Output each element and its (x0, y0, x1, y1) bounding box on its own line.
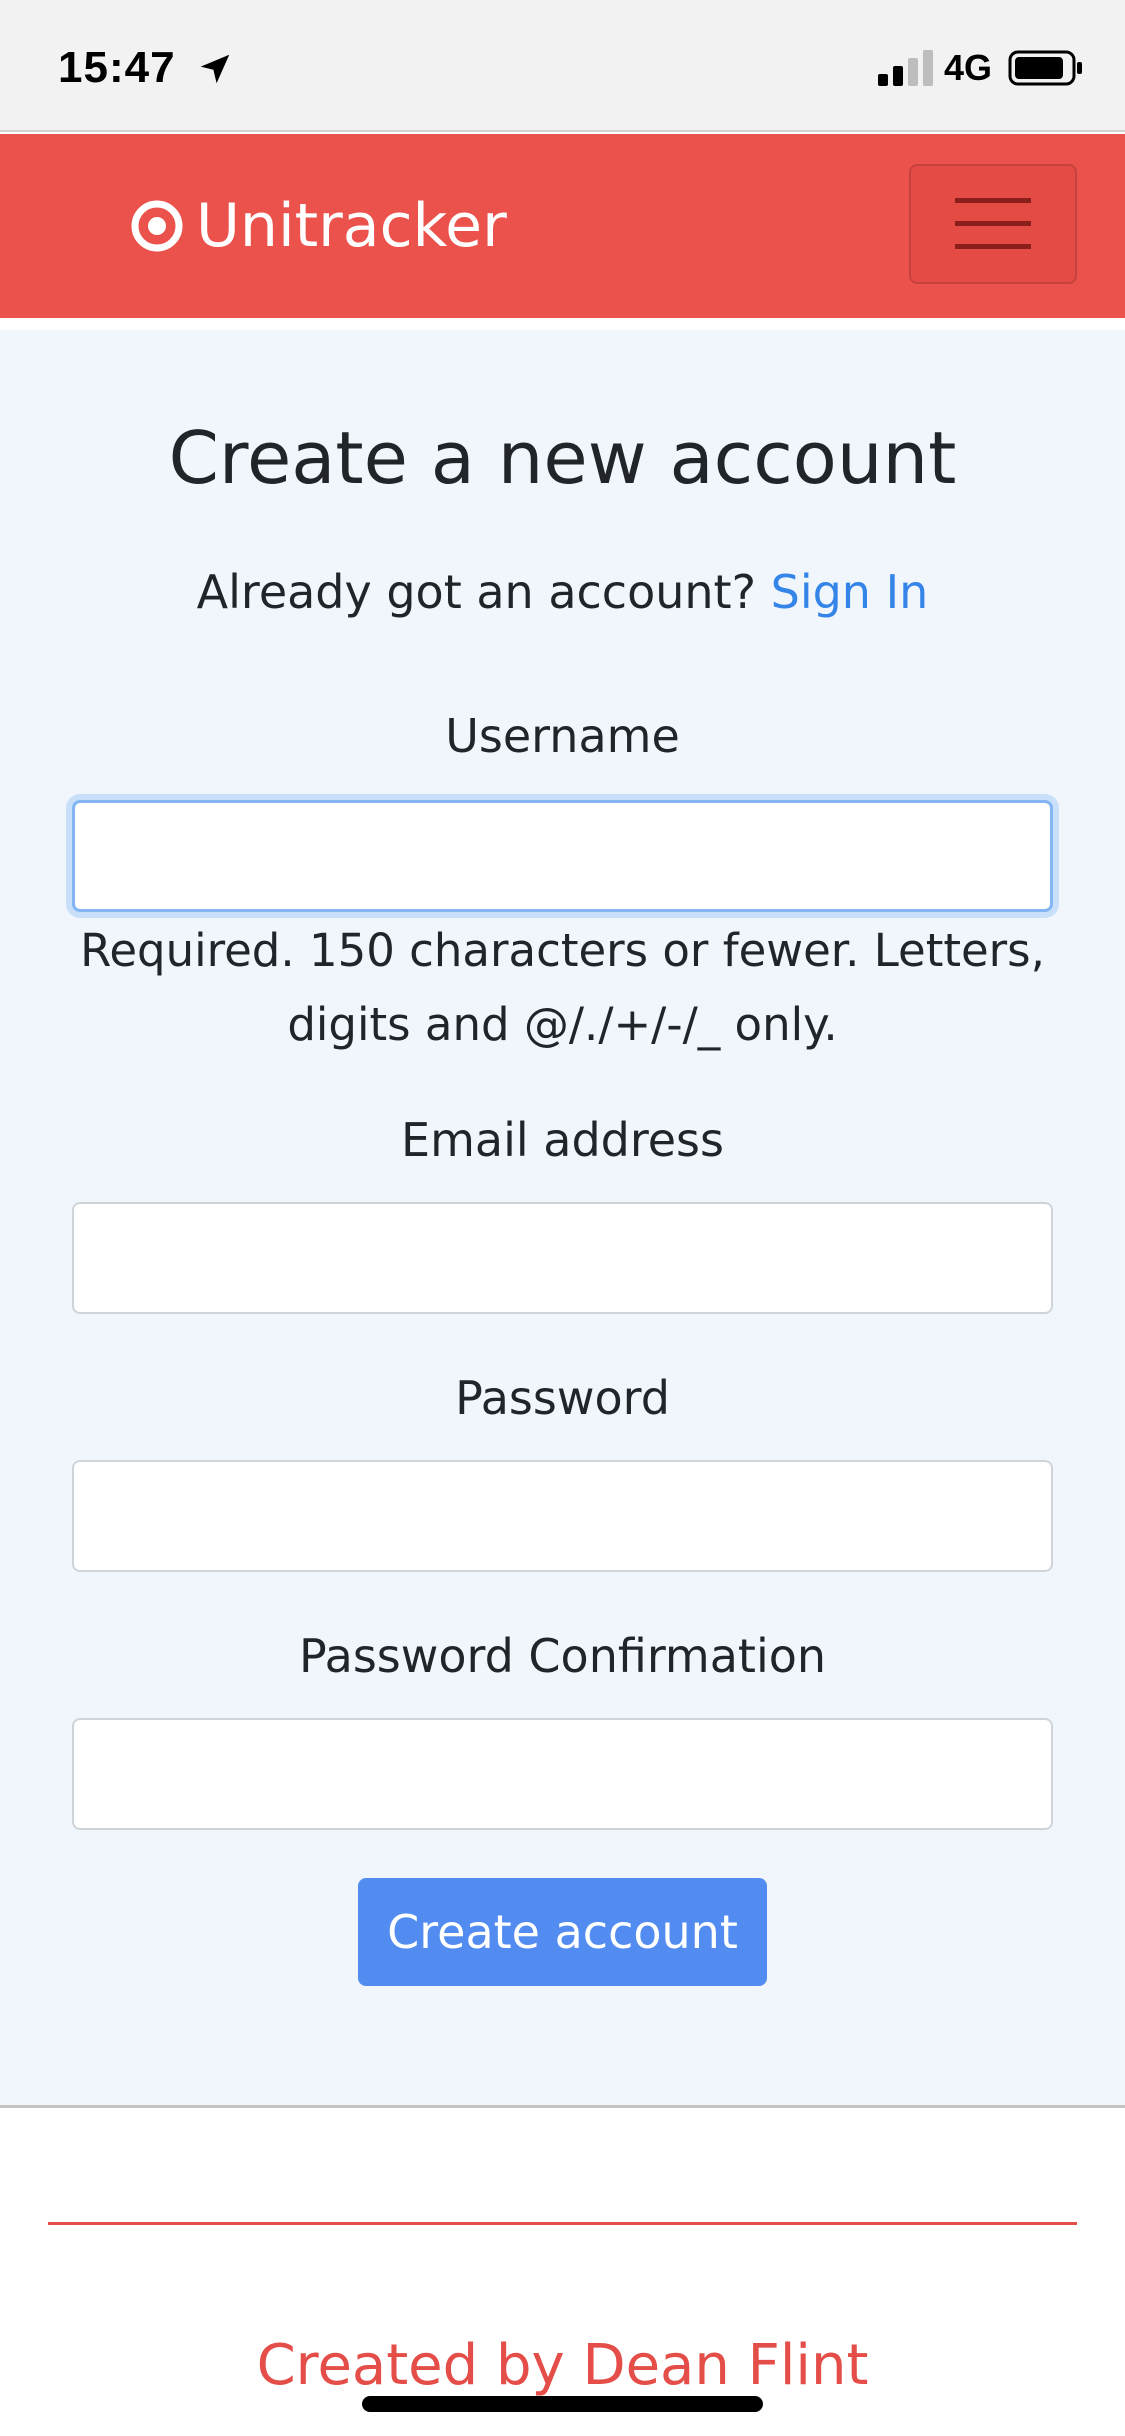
email-label: Email address (401, 1113, 724, 1167)
username-input[interactable] (72, 800, 1053, 912)
username-label: Username (445, 709, 680, 763)
page-title: Create a new account (168, 416, 957, 500)
target-icon (131, 200, 183, 252)
status-bar: 15:47 4G (0, 0, 1125, 132)
password-confirmation-input[interactable] (72, 1718, 1053, 1830)
signal-strength-icon (878, 50, 933, 86)
signin-prompt: Already got an account? (196, 565, 756, 619)
password-confirmation-label: Password Confirmation (298, 1629, 827, 1683)
create-account-button[interactable]: Create account (358, 1878, 767, 1986)
footer-divider (48, 2222, 1077, 2225)
battery-icon (1008, 50, 1082, 86)
email-input[interactable] (72, 1202, 1053, 1314)
menu-toggle-button[interactable] (909, 164, 1077, 284)
signup-card: Create a new account Already got an acco… (0, 330, 1125, 2108)
home-indicator[interactable] (362, 2396, 763, 2412)
brand-link[interactable]: Unitracker (130, 190, 507, 262)
hamburger-menu-icon (955, 198, 1031, 249)
network-type: 4G (944, 47, 993, 88)
username-help-text: Required. 150 characters or fewer. Lette… (80, 924, 1045, 1051)
status-time: 15:47 (58, 43, 176, 92)
location-arrow-icon (200, 54, 230, 84)
password-label: Password (455, 1371, 670, 1425)
signin-link[interactable]: Sign In (771, 565, 929, 619)
footer-credit: Created by Dean Flint (256, 2333, 869, 2398)
brand-name: Unitracker (196, 191, 507, 261)
password-input[interactable] (72, 1460, 1053, 1572)
signin-prompt-line: Already got an account? Sign In (0, 562, 1125, 622)
navbar: Unitracker (0, 134, 1125, 318)
